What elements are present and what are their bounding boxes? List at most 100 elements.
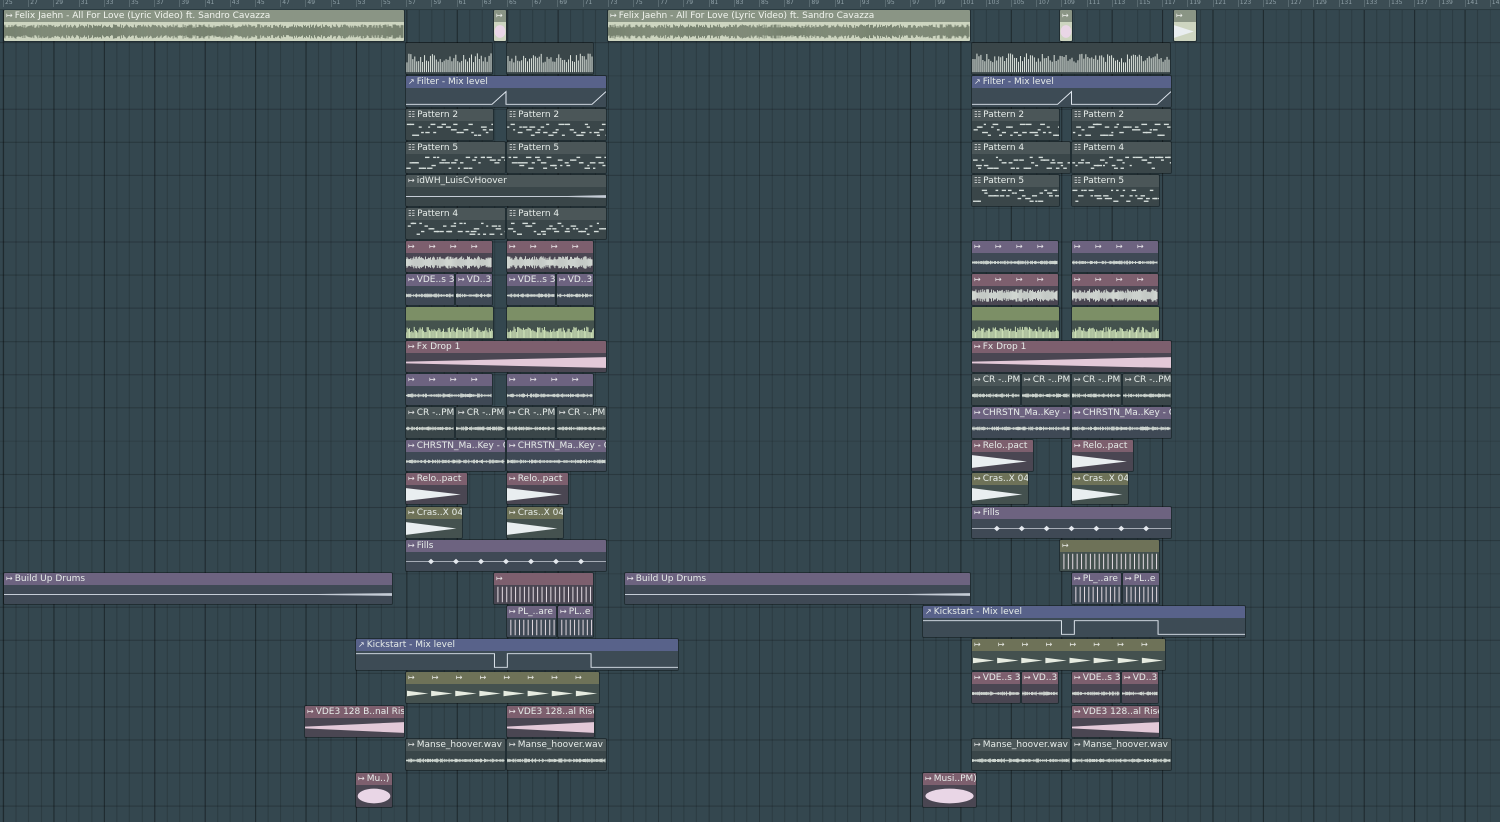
audio-clip[interactable]: ↦ VDE3 128..al Riser [1071,705,1160,738]
clip-header[interactable]: ↦ CR -..PM [1123,374,1171,386]
audio-clip[interactable]: ↦ VDE..s 3 [506,273,556,306]
clip-header[interactable]: ☷ Pattern 2 [406,109,493,121]
clip-header[interactable]: ↦ VD..3 [456,274,492,286]
clip-header[interactable]: ☷ Pattern 5 [1072,175,1159,187]
audio-clip[interactable]: ↦ CHRSTN_Ma..Key - C) [1071,406,1172,439]
clip-header[interactable]: ↦ Build Up Drums [4,573,392,585]
clip-header[interactable]: ↦ PL..e [1123,573,1159,585]
pattern-clip[interactable]: ☷ Pattern 4 [1071,141,1172,174]
clip-header[interactable]: ↦ VD..3 [557,274,593,286]
audio-clip[interactable]: ↦ CHRSTN_Ma..Key - C) [971,406,1071,439]
audio-clip[interactable]: ↦ Felix Jaehn - All For Love (Lyric Video… [607,9,971,42]
audio-clip[interactable]: ↦ Manse_hoover.wav [506,738,607,771]
clip-header[interactable]: ↦ ↦ ↦ ↦ [406,374,492,386]
clip-header[interactable]: ☷ Pattern 4 [507,208,606,220]
clip-header[interactable]: ↦ Build Up Drums [625,573,970,585]
pattern-clip[interactable]: ☷ Pattern 5 [1071,174,1160,207]
audio-clip[interactable]: ↦ CR -..PM [455,406,506,439]
clip-header[interactable]: ☷ Pattern 4 [406,208,505,220]
audio-clip[interactable]: ↦ CR -..PM [506,406,556,439]
audio-clip[interactable]: ↦ ↦ ↦ ↦ ↦ ↦ ↦ ↦ [971,638,1166,671]
pattern-clip[interactable]: ☷ Pattern 5 [971,174,1060,207]
audio-clip[interactable]: ↦ CHRSTN_Ma..Key - C) [405,439,506,472]
audio-clip[interactable]: ↦ VDE3 128 B..nal Riser [304,705,405,738]
audio-clip[interactable] [1071,306,1160,340]
pattern-clip[interactable]: ☷ Pattern 5 [405,141,506,174]
clip-header[interactable]: ↗ Filter - Mix level [406,76,606,88]
audio-clip[interactable]: ↦ ↦ ↦ ↦ [971,240,1059,273]
clip-header[interactable]: ↦ CR -..PM [972,374,1020,386]
audio-clip[interactable]: ↦ Cras..X 04 [1071,472,1129,505]
audio-clip[interactable]: ↦ Fills [971,506,1172,539]
clip-header[interactable]: ☷ Pattern 2 [972,109,1059,121]
audio-clip[interactable] [506,306,595,340]
clip-header[interactable]: ↦ CHRSTN_Ma..Key - C) [507,440,606,452]
audio-clip[interactable]: ↦ Relo..pact [1071,439,1134,472]
audio-clip[interactable]: ↦ Manse_hoover.wav [405,738,506,771]
clip-header[interactable]: ↦ VD..3 [1022,672,1058,684]
clip-header[interactable]: ↦ VD..3 [1122,672,1158,684]
clip-header[interactable]: ↦ Relo..pact [507,473,568,485]
clip-header[interactable]: ↦ [1174,10,1196,22]
clip-header[interactable]: ☷ Pattern 4 [972,142,1070,154]
audio-clip[interactable]: ↦ Fills [405,539,607,572]
audio-clip[interactable]: ↦ ↦ ↦ ↦ [1071,240,1159,273]
clip-header[interactable]: ↦ ↦ ↦ ↦ [972,274,1058,286]
audio-clip[interactable]: ↦ PL_..are [506,605,557,638]
clip-header[interactable]: ↦ Cras..X 04 [507,507,563,519]
audio-clip[interactable]: ↦ Manse_hoover.wav [1071,738,1172,771]
audio-clip[interactable]: ↦ Relo..pact [405,472,468,505]
clip-header[interactable]: ↗ Kickstart - Mix level [356,639,678,651]
playlist-arrangement[interactable]: 25 27 29 31 33 35 37 39 41 43 45 47 49 51 53 55 57 59 61 63… [0,0,1500,822]
audio-clip[interactable]: ↦ [493,572,594,605]
clip-header[interactable]: ↦ Cras..X 04 [406,507,462,519]
clip-header[interactable]: ↦ VDE..s 3 [972,672,1020,684]
clip-header[interactable]: ↦ ↦ ↦ ↦ [507,241,593,253]
audio-clip[interactable]: ↦ ↦ ↦ ↦ ↦ ↦ ↦ ↦ [405,671,600,704]
clip-header[interactable]: ↦ CHRSTN_Ma..Key - C) [972,407,1070,419]
audio-clip[interactable]: ↦ VD..3 [1121,671,1159,704]
audio-clip[interactable]: ↦ ↦ ↦ ↦ [506,240,594,273]
audio-clip[interactable]: ↦ ↦ ↦ ↦ [405,240,493,273]
audio-clip[interactable]: ↦ idWH_LuisCvHoover [405,174,607,207]
clip-header[interactable]: ↦ Relo..pact [1072,440,1133,452]
clip-header[interactable]: ↦ ↦ ↦ ↦ ↦ ↦ ↦ ↦ [972,639,1165,651]
audio-clip[interactable]: ↦ VDE..s 3 [1071,671,1121,704]
audio-clip[interactable]: ↦ VDE..s 3 [405,273,455,306]
pattern-clip[interactable]: ☷ Pattern 4 [971,141,1071,174]
clip-header[interactable]: ↦ Cras..X 04 [972,473,1028,485]
audio-clip[interactable]: ↦ VD..3 [1021,671,1059,704]
pattern-clip[interactable]: ☷ Pattern 4 [506,207,607,240]
clip-header[interactable]: ↦ Fx Drop 1 [406,341,606,353]
clip-header[interactable]: ↦ Cras..X 04 [1072,473,1128,485]
clip-header[interactable]: ↦ [1060,10,1072,22]
audio-clip[interactable] [405,306,494,340]
audio-clip[interactable]: ↦ ↦ ↦ ↦ [1071,273,1159,306]
clip-header[interactable]: ↗ Kickstart - Mix level [923,606,1245,618]
audio-clip[interactable]: ↦ [493,9,507,42]
audio-clip[interactable]: ↦ PL..e [557,605,594,638]
audio-clip[interactable]: ↦ ↦ ↦ ↦ [405,373,493,406]
clip-header[interactable]: ↦ VDE..s 3 [507,274,555,286]
clip-header[interactable]: ↦ CR -..PM [406,407,454,419]
pattern-clip[interactable]: ☷ Pattern 2 [1071,108,1172,141]
clip-header[interactable]: ☷ Pattern 5 [972,175,1059,187]
audio-clip[interactable] [971,306,1060,340]
audio-clip[interactable]: ↦ Relo..pact [971,439,1034,472]
audio-clip[interactable]: ↦ CR -..PM [556,406,607,439]
audio-clip[interactable]: ↦ CHRSTN_Ma..Key - C) [506,439,607,472]
audio-clip[interactable]: ↦ VDE..s 3 [971,671,1021,704]
clip-header[interactable]: ↦ [494,10,506,22]
clip-header[interactable]: ↦ [494,573,593,585]
audio-clip[interactable]: ↦ Cras..X 04 [506,506,564,539]
clip-header[interactable]: ↦ PL_..are [507,606,556,618]
audio-clip[interactable]: ↦ CR -..PM [971,373,1021,406]
audio-clip[interactable]: ↦ Cras..X 04 [971,472,1029,505]
clip-header[interactable]: ↦ Relo..pact [972,440,1033,452]
audio-clip[interactable]: ↦ CR -..PM [1071,373,1122,406]
clip-header[interactable]: ↦ CR -..PM [557,407,606,419]
clip-header[interactable]: ↦ Felix Jaehn - All For Love (Lyric Video… [608,10,970,22]
audio-clip[interactable]: ↦ Relo..pact [506,472,569,505]
clip-header[interactable]: ↦ Manse_hoover.wav [972,739,1070,751]
audio-clip[interactable]: ↦ ↦ ↦ ↦ [506,373,594,406]
